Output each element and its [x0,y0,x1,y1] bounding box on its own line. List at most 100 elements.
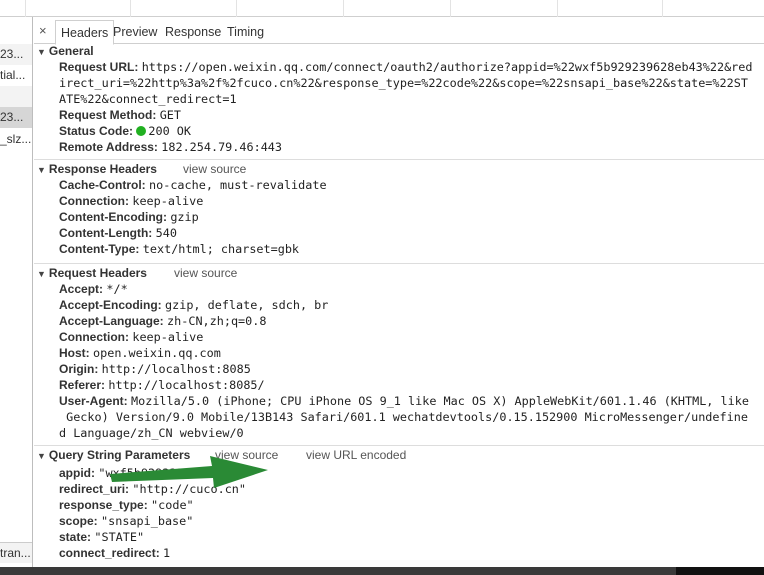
response-headers-header[interactable]: ▼ Response Headers view source [34,161,764,177]
section-title: Request Headers [48,266,147,280]
header-value: "code" [151,498,194,512]
label: Request Method: [59,108,157,122]
request-url-row: Request URL: https://open.weixin.qq.com/… [34,59,764,75]
user-agent-row: User-Agent: Mozilla/5.0 (iPhone; CPU iPh… [34,393,764,409]
request-list-item[interactable]: 23... [0,44,32,65]
value: 200 OK [148,124,191,138]
triangle-down-icon[interactable]: ▼ [37,266,46,282]
header-row: Connection: keep-alive [34,193,764,209]
header-value: no-cache, must-revalidate [149,178,327,192]
header-value: "STATE" [94,530,145,544]
header-key: Content-Length: [59,226,153,240]
view-source-link[interactable]: view source [183,161,246,177]
triangle-down-icon[interactable]: ▼ [37,44,46,60]
section-title: General [48,44,94,58]
header-key: Content-Encoding: [59,210,167,224]
header-value: keep-alive [132,194,204,208]
header-key: response_type: [59,498,148,512]
general-header[interactable]: ▼ General [34,43,764,59]
divider [34,445,764,446]
request-list: 23... tial... 23... _slz... tran... [0,17,33,567]
header-key: Content-Type: [59,242,140,256]
section-title: Query String Parameters [48,448,191,462]
header-value: http://localhost:8085/ [108,378,265,392]
request-name: 23... [0,110,24,124]
header-row: Content-Length: 540 [34,225,764,241]
header-value: gzip [170,210,199,224]
header-row: connect_redirect: 1 [34,545,764,561]
query-params-header[interactable]: ▼ Query String Parameters view source view … [34,447,764,463]
header-row: scope: "snsapi_base" [34,513,764,529]
header-value: */* [106,282,128,296]
triangle-down-icon[interactable]: ▼ [37,448,46,464]
value: 182.254.79.46:443 [161,140,283,154]
header-key: Accept: [59,282,104,296]
value: GET [159,108,181,122]
header-row: Cache-Control: no-cache, must-revalidate [34,177,764,193]
header-row: Host: open.weixin.qq.com [34,345,764,361]
header-row: response_type: "code" [34,497,764,513]
response-headers-section: ▼ Response Headers view source Cache-Contr… [34,161,764,257]
header-value: http://localhost:8085 [101,362,251,376]
header-value: text/html; charset=gbk [142,242,300,256]
header-row: state: "STATE" [34,529,764,545]
request-name: 23... [0,47,24,61]
header-value: zh-CN,zh;q=0.8 [167,314,267,328]
request-list-item-selected[interactable]: 23... [0,107,32,128]
header-key: Connection: [59,194,129,208]
close-icon[interactable]: × [39,23,47,38]
user-agent-line: Gecko) Version/9.0 Mobile/13B143 Safari/… [59,410,748,424]
header-row: redirect_uri: "http://cuco.cn" [34,481,764,497]
request-list-item[interactable]: _slz... [0,129,32,150]
header-value: 1 [163,546,171,560]
general-section: ▼ General Request URL: https://open.weixi… [34,43,764,155]
view-url-encoded-link[interactable]: view URL encoded [306,447,406,463]
header-key: Origin: [59,362,99,376]
request-method-row: Request Method: GET [34,107,764,123]
header-row: Accept-Encoding: gzip, deflate, sdch, br [34,297,764,313]
tab-preview[interactable]: Preview [108,20,162,45]
tab-timing[interactable]: Timing [222,20,269,45]
triangle-down-icon[interactable]: ▼ [37,162,46,178]
header-value: "wxf5b929239628eb43" [98,466,241,480]
request-headers-header[interactable]: ▼ Request Headers view source [34,265,764,281]
header-row: appid: "wxf5b929239628eb43" [34,465,764,481]
user-agent-line: Mozilla/5.0 (iPhone; CPU iPhone OS 9_1 l… [131,394,749,408]
section-title: Response Headers [48,162,157,176]
header-row: Origin: http://localhost:8085 [34,361,764,377]
header-value: "http://cuco.cn" [132,482,247,496]
request-name: _slz... [0,132,32,146]
request-list-item[interactable] [0,86,32,107]
remote-address-row: Remote Address: 182.254.79.46:443 [34,139,764,155]
header-key: Connection: [59,330,129,344]
header-key: Accept-Language: [59,314,164,328]
details-tabbar: × Headers Preview Response Timing [34,17,764,45]
request-headers-section: ▼ Request Headers view source Accept: */* A… [34,265,764,441]
dock-bar [0,567,764,575]
request-list-item[interactable]: tran... [0,542,32,563]
view-source-link[interactable]: view source [215,447,278,463]
request-name: tial... [0,68,26,82]
header-key: Accept-Encoding: [59,298,162,312]
header-key: connect_redirect: [59,546,160,560]
header-key: Cache-Control: [59,178,146,192]
label: User-Agent: [59,394,128,408]
header-key: Host: [59,346,90,360]
tab-response[interactable]: Response [160,20,226,45]
header-row: Connection: keep-alive [34,329,764,345]
label: Request URL: [59,60,139,74]
header-row: Accept: */* [34,281,764,297]
header-value: open.weixin.qq.com [93,346,221,360]
header-value: "snsapi_base" [101,514,194,528]
request-url-line: ATE%22&connect_redirect=1 [59,92,237,106]
tab-headers[interactable]: Headers [55,20,115,45]
view-source-link[interactable]: view source [174,265,237,281]
label: Remote Address: [59,140,158,154]
network-grid-header [0,0,764,17]
header-value: keep-alive [132,330,204,344]
header-key: redirect_uri: [59,482,130,496]
header-key: scope: [59,514,98,528]
status-code-row: Status Code: 200 OK [34,123,764,139]
request-list-item[interactable]: tial... [0,65,32,86]
header-row: Content-Encoding: gzip [34,209,764,225]
